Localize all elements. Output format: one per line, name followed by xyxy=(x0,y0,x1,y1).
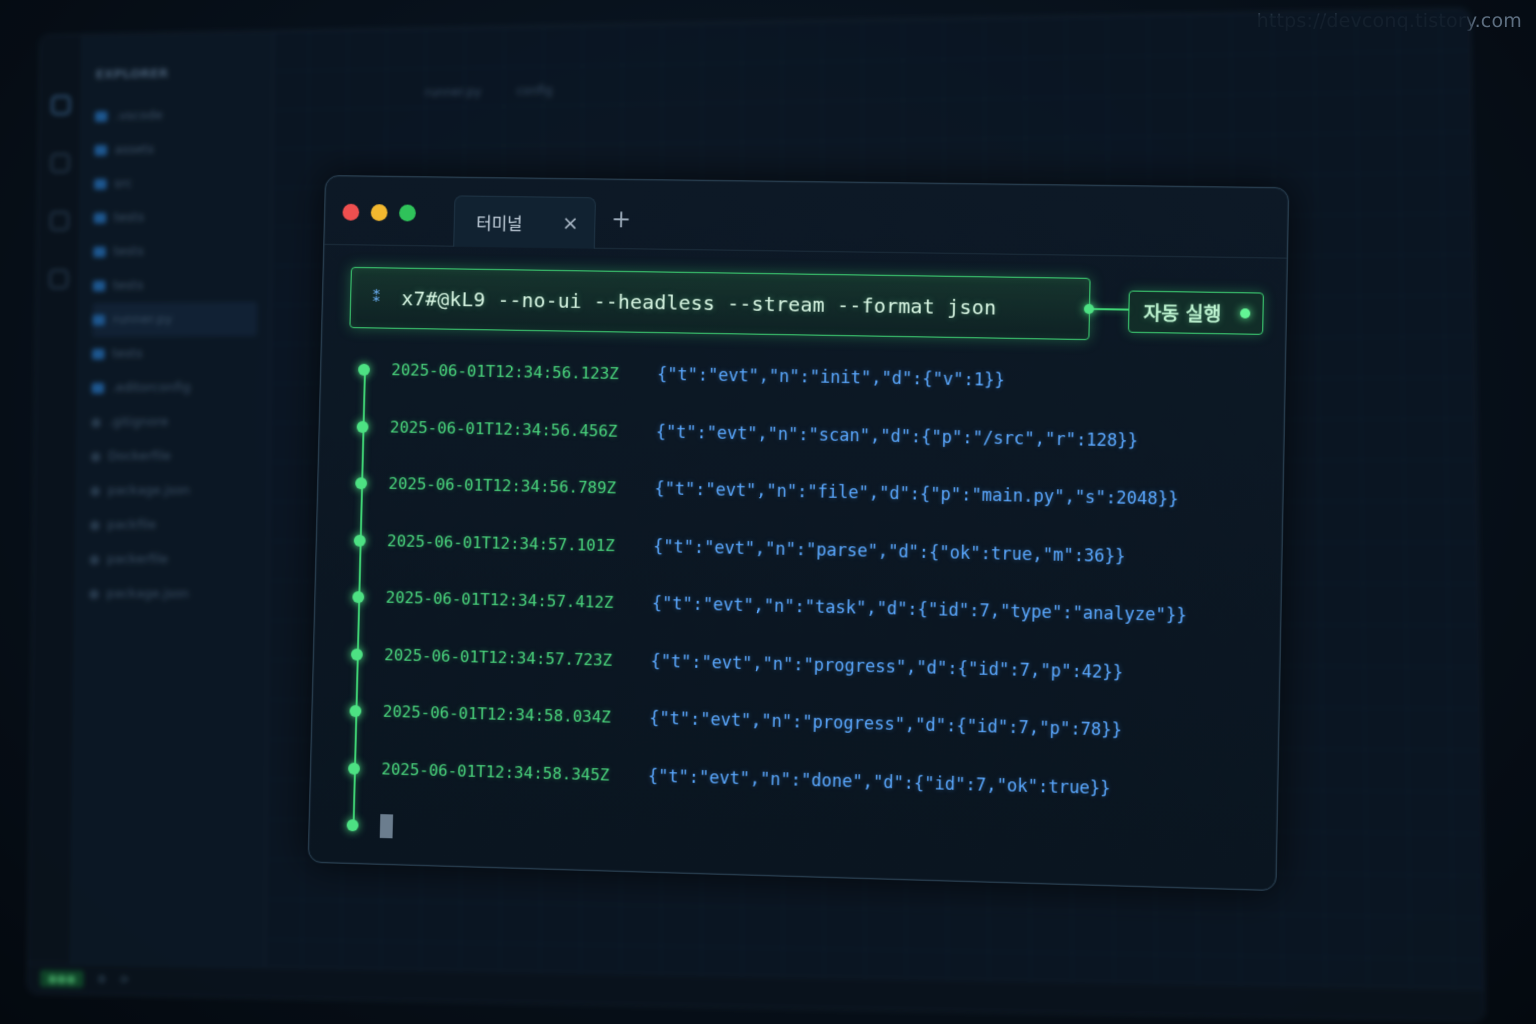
file-icon xyxy=(90,520,100,530)
file-icon xyxy=(90,555,100,565)
files-icon[interactable] xyxy=(51,95,70,115)
connector-node xyxy=(1084,304,1094,314)
auto-run-label: 자동 실행 xyxy=(1143,298,1221,326)
timeline-dot xyxy=(349,705,361,717)
tree-item[interactable]: package.json xyxy=(90,474,269,509)
status-gear-icon[interactable]: ⚙ xyxy=(97,973,107,986)
tree-item[interactable]: packerfile xyxy=(89,542,268,577)
folder-icon xyxy=(95,111,108,122)
folder-icon xyxy=(93,281,106,292)
tree-item[interactable]: src xyxy=(94,165,272,201)
command-input[interactable]: ⁑ x7#@kL9 --no-ui --headless --stream --… xyxy=(349,267,1090,340)
log-timestamp: 2025-06-01T12:34:56.789Z xyxy=(388,474,654,498)
file-icon xyxy=(90,486,100,496)
tree-item[interactable]: .gitignore xyxy=(91,405,270,440)
command-text: x7#@kL9 --no-ui --headless --stream --fo… xyxy=(401,286,997,319)
tree-item[interactable]: assets xyxy=(94,131,272,167)
status-led-icon xyxy=(1240,308,1250,318)
file-icon xyxy=(92,315,105,326)
timeline-dot xyxy=(358,364,370,376)
file-icon xyxy=(92,383,105,394)
tree-item[interactable]: tests xyxy=(93,233,271,269)
status-remote-pill[interactable]: ●●● xyxy=(40,970,83,988)
terminal-cursor[interactable] xyxy=(380,814,393,838)
file-icon xyxy=(91,452,101,462)
timeline-dot xyxy=(357,420,369,432)
prompt-icon: ⁑ xyxy=(372,289,380,307)
terminal-title-bar: 터미널 × + xyxy=(324,176,1288,259)
search-icon[interactable] xyxy=(50,153,69,173)
ide-tab-bar: runner.py config xyxy=(425,83,553,99)
terminal-window: 터미널 × + ⁑ x7#@kL9 --no-ui --headless --s… xyxy=(308,175,1290,891)
close-tab-icon[interactable]: × xyxy=(562,212,579,234)
file-icon xyxy=(92,349,105,360)
close-window-button[interactable] xyxy=(342,204,359,221)
folder-icon xyxy=(94,179,107,190)
source-control-icon[interactable] xyxy=(49,211,68,231)
log-timestamp: 2025-06-01T12:34:56.123Z xyxy=(391,360,657,383)
ide-tab[interactable]: config xyxy=(517,83,553,97)
folder-icon xyxy=(94,213,107,224)
ide-tab[interactable]: runner.py xyxy=(425,85,481,100)
tree-item[interactable]: Dockerfile xyxy=(91,439,270,474)
log-json: {"t":"evt","n":"init","d":{"v":1}} xyxy=(657,365,1005,391)
tree-item[interactable]: .editorconfig xyxy=(91,370,270,405)
file-explorer: EXPLORER .vscode assets src tests tests … xyxy=(71,32,274,967)
new-tab-button[interactable]: + xyxy=(611,207,631,231)
file-icon xyxy=(91,418,101,428)
timeline-dot xyxy=(355,477,367,489)
tree-item[interactable]: packfile xyxy=(90,508,269,543)
tree-item[interactable]: tests xyxy=(93,267,271,303)
timeline-end-dot xyxy=(347,819,359,831)
timeline-dot xyxy=(348,762,360,774)
tree-item[interactable]: tests xyxy=(92,336,271,371)
tree-item-selected[interactable]: runner.py xyxy=(92,302,257,337)
timeline-dot xyxy=(352,591,364,603)
tree-item[interactable]: .vscode xyxy=(95,97,273,134)
timeline-dot xyxy=(354,534,366,546)
tree-item[interactable]: package.json xyxy=(89,577,268,612)
log-output: 2025-06-01T12:34:56.123Z {"t":"evt","n":"… xyxy=(347,360,1191,839)
file-icon xyxy=(89,589,99,599)
status-sync-icon[interactable]: ⟳ xyxy=(120,973,129,986)
tab-terminal[interactable]: 터미널 × xyxy=(453,195,596,248)
window-controls xyxy=(342,204,416,222)
folder-icon xyxy=(93,247,106,258)
explorer-title: EXPLORER xyxy=(95,65,272,83)
log-timestamp: 2025-06-01T12:34:56.456Z xyxy=(390,417,656,441)
timeline-dot xyxy=(351,648,363,660)
minimize-window-button[interactable] xyxy=(371,204,388,221)
auto-run-badge[interactable]: 자동 실행 xyxy=(1128,291,1264,335)
tree-item[interactable]: tests xyxy=(94,199,272,235)
extensions-icon[interactable] xyxy=(49,269,68,289)
tab-label: 터미널 xyxy=(476,209,523,234)
maximize-window-button[interactable] xyxy=(399,205,416,222)
folder-icon xyxy=(95,145,108,156)
